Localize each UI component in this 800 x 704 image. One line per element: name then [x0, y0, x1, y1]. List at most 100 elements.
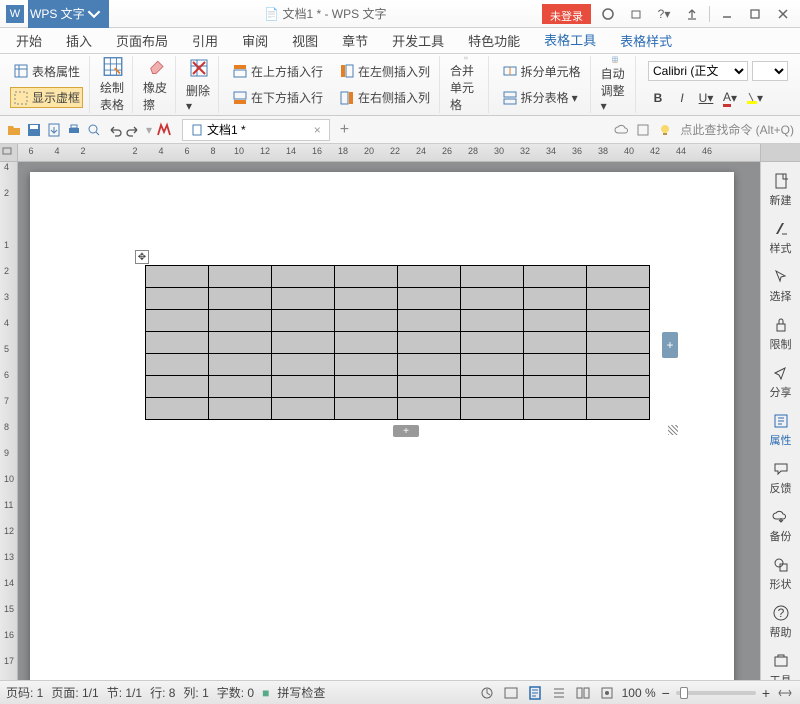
side-工具[interactable]: 工具 — [761, 646, 800, 680]
side-属性[interactable]: 属性 — [761, 406, 800, 454]
group-properties: 表格属性 显示虚框 — [4, 56, 90, 113]
new-tab-button[interactable]: + — [340, 121, 349, 139]
export-icon[interactable] — [46, 122, 62, 138]
insert-row-below-button[interactable]: 在下方插入行 — [229, 87, 326, 108]
maximize-button[interactable] — [744, 4, 766, 24]
view-reading-icon[interactable] — [478, 685, 496, 701]
side-新建[interactable]: 新建 — [761, 166, 800, 214]
side-帮助[interactable]: ?帮助 — [761, 598, 800, 646]
print-icon[interactable] — [66, 122, 82, 138]
side-选择[interactable]: 选择 — [761, 262, 800, 310]
tab-tablestyle[interactable]: 表格样式 — [608, 26, 684, 55]
help-icon: ? — [772, 604, 790, 622]
close-button[interactable] — [772, 4, 794, 24]
side-限制[interactable]: 限制 — [761, 310, 800, 358]
document-canvas[interactable]: ✥ + + — [18, 162, 760, 680]
highlight-button[interactable]: ▾ — [744, 88, 764, 108]
undo-icon[interactable] — [106, 122, 122, 138]
ruler-horizontal[interactable]: 6422468101214161820222426283032343638404… — [0, 144, 800, 162]
open-icon[interactable] — [6, 122, 22, 138]
zoom-in-button[interactable]: + — [762, 685, 770, 701]
help-icon[interactable]: ?▾ — [653, 4, 675, 24]
document-table[interactable] — [145, 265, 650, 420]
table-resize-handle[interactable] — [668, 425, 678, 435]
underline-button[interactable]: U▾ — [696, 88, 716, 108]
status-col[interactable]: 列: 1 — [183, 684, 208, 701]
insert-row-above-button[interactable]: 在上方插入行 — [229, 61, 326, 82]
table-move-handle[interactable]: ✥ — [135, 250, 149, 264]
document-tab[interactable]: 文档1 * × — [182, 119, 330, 141]
tab-tabletools[interactable]: 表格工具 — [532, 25, 608, 56]
sync-icon[interactable] — [636, 123, 650, 137]
tab-reference[interactable]: 引用 — [180, 26, 230, 55]
status-spell[interactable]: 拼写检查 — [277, 684, 325, 701]
login-badge[interactable]: 未登录 — [542, 4, 591, 24]
shape-icon — [772, 556, 790, 574]
merge-cells-button[interactable]: 合并单元格 — [444, 56, 489, 113]
bold-button[interactable]: B — [648, 88, 668, 108]
side-反馈[interactable]: 反馈 — [761, 454, 800, 502]
font-color-button[interactable]: A▾ — [720, 88, 740, 108]
group-split: 拆分单元格 拆分表格▾ — [493, 56, 591, 113]
upload-icon[interactable] — [681, 4, 703, 24]
delete-button[interactable]: 删除▾ — [180, 56, 219, 113]
tab-start[interactable]: 开始 — [4, 26, 54, 55]
split-table-button[interactable]: 拆分表格▾ — [499, 87, 584, 108]
settings-icon[interactable] — [597, 4, 619, 24]
table-add-column-handle[interactable]: + — [662, 332, 678, 358]
redo-icon[interactable] — [126, 122, 142, 138]
ruler-vertical[interactable]: 4212345678910111213141516171819 — [0, 162, 18, 680]
italic-button[interactable]: I — [672, 88, 692, 108]
print-preview-icon[interactable] — [86, 122, 102, 138]
status-words[interactable]: 字数: 0 — [217, 684, 254, 701]
fit-width-icon[interactable] — [776, 685, 794, 701]
draw-table-button[interactable]: 绘制表格 — [94, 56, 133, 113]
side-样式[interactable]: 样式 — [761, 214, 800, 262]
side-分享[interactable]: 分享 — [761, 358, 800, 406]
table-add-row-handle[interactable]: + — [393, 425, 419, 437]
app-icon: W — [6, 5, 24, 23]
tab-pagelayout[interactable]: 页面布局 — [104, 26, 180, 55]
wps-home-icon[interactable] — [156, 122, 172, 138]
font-family-select[interactable]: Calibri (正文 — [648, 61, 748, 81]
style-icon — [772, 220, 790, 238]
split-cells-button[interactable]: 拆分单元格 — [499, 61, 584, 82]
tab-special[interactable]: 特色功能 — [456, 26, 532, 55]
view-mode-icon[interactable] — [598, 685, 616, 701]
skin-icon[interactable] — [625, 4, 647, 24]
font-size-select[interactable] — [752, 61, 788, 81]
search-command-hint[interactable]: 点此查找命令 (Alt+Q) — [680, 121, 794, 138]
status-line[interactable]: 行: 8 — [150, 684, 175, 701]
status-pageof[interactable]: 页面: 1/1 — [51, 684, 98, 701]
tab-section[interactable]: 章节 — [330, 26, 380, 55]
tab-view[interactable]: 视图 — [280, 26, 330, 55]
status-section[interactable]: 节: 1/1 — [107, 684, 142, 701]
table-properties-button[interactable]: 表格属性 — [10, 61, 83, 82]
app-label[interactable]: WPS 文字 — [28, 0, 109, 28]
status-pageno[interactable]: 页码: 1 — [6, 684, 43, 701]
side-备份[interactable]: 备份 — [761, 502, 800, 550]
auto-adjust-button[interactable]: 自动调整▾ — [595, 56, 636, 113]
eraser-button[interactable]: 橡皮擦 — [137, 56, 176, 113]
zoom-label[interactable]: 100 % — [622, 686, 656, 700]
dropdown-icon[interactable] — [87, 7, 101, 21]
view-outline-icon[interactable] — [550, 685, 568, 701]
tab-devtools[interactable]: 开发工具 — [380, 26, 456, 55]
save-icon[interactable] — [26, 122, 42, 138]
share-icon — [772, 364, 790, 382]
view-fullscreen-icon[interactable] — [502, 685, 520, 701]
view-print-icon[interactable] — [526, 685, 544, 701]
titlebar-left: W WPS 文字 — [0, 0, 109, 28]
insert-col-left-button[interactable]: 在左侧插入列 — [336, 61, 433, 82]
side-形状[interactable]: 形状 — [761, 550, 800, 598]
cloud-icon[interactable] — [614, 123, 628, 137]
view-web-icon[interactable] — [574, 685, 592, 701]
close-tab-icon[interactable]: × — [314, 123, 321, 137]
show-gridlines-button[interactable]: 显示虚框 — [10, 87, 83, 108]
tab-insert[interactable]: 插入 — [54, 26, 104, 55]
zoom-out-button[interactable]: − — [662, 685, 670, 701]
minimize-button[interactable] — [716, 4, 738, 24]
tab-review[interactable]: 审阅 — [230, 26, 280, 55]
insert-col-right-button[interactable]: 在右侧插入列 — [336, 87, 433, 108]
zoom-slider[interactable] — [676, 691, 756, 695]
